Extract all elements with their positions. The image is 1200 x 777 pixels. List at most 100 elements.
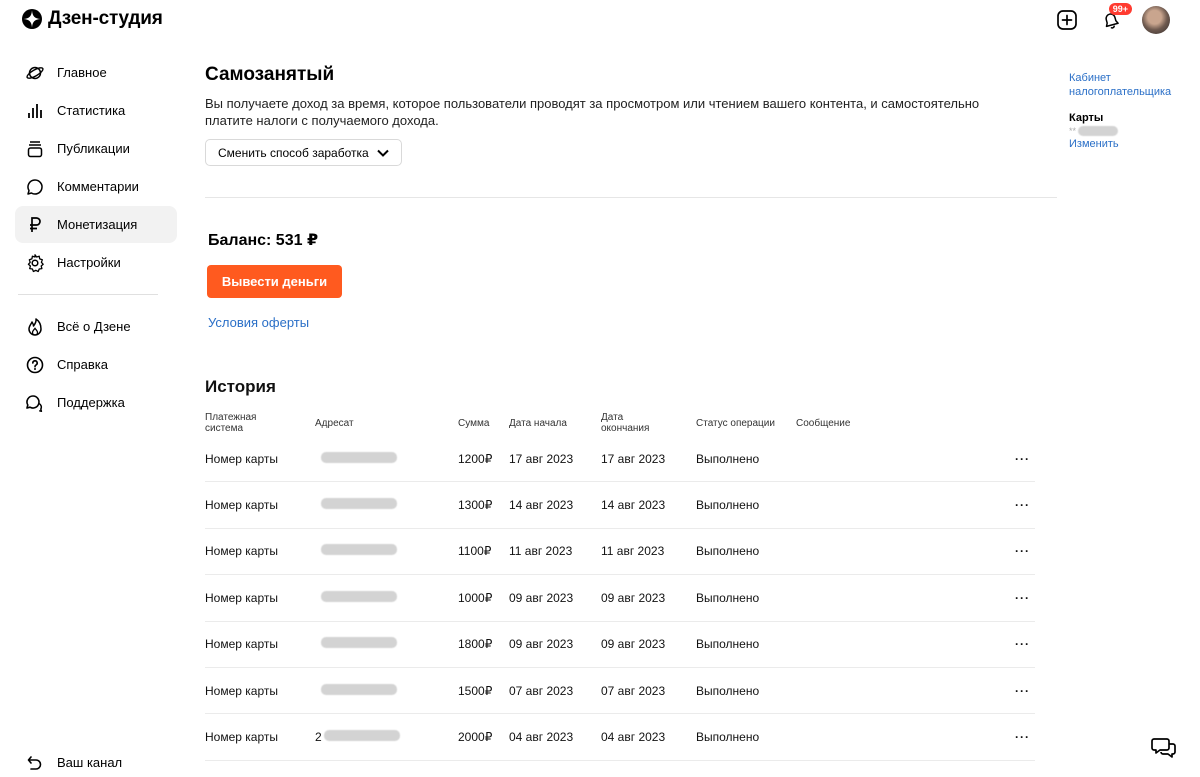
cell-recipient [315,637,397,651]
plus-square-icon [1057,10,1077,30]
sidebar-item-label: Монетизация [57,217,138,232]
cell-start-date: 07 авг 2023 [509,683,574,698]
cell-amount: 1300₽ [458,498,493,513]
cell-end-date: 09 авг 2023 [601,590,666,605]
avatar[interactable] [1142,6,1170,34]
blurred-recipient [321,498,397,510]
chat-button[interactable] [1150,734,1178,762]
sidebar: Главное Статистика Публикации Комментари… [15,54,177,422]
row-menu-button[interactable]: ··· [1015,684,1030,698]
row-menu-button[interactable]: ··· [1015,591,1030,605]
blurred-card-number [1078,126,1119,136]
cell-start-date: 09 авг 2023 [509,590,574,605]
publications-icon [25,139,45,159]
row-menu-button[interactable]: ··· [1015,730,1030,744]
sidebar-item-support[interactable]: Поддержка [15,384,177,421]
table-row: Номер карты 2 2000₽ 04 авг 2023 04 авг 2023 В… [205,714,1035,761]
chevron-down-icon [376,149,389,157]
cell-status: Выполнено [696,544,760,559]
table-header: Платежная система Адресат Сумма Дата нач… [205,412,1035,436]
sidebar-item-publications[interactable]: Публикации [15,130,177,167]
cell-recipient [315,498,397,512]
cell-amount: 1500₽ [458,683,493,698]
row-menu-button[interactable]: ··· [1015,544,1030,558]
sidebar-item-comments[interactable]: Комментарии [15,168,177,205]
zen-logo-icon [22,9,42,29]
cell-status: Выполнено [696,498,760,513]
cell-payment-system: Номер карты [205,451,278,466]
row-menu-button[interactable]: ··· [1015,637,1030,651]
sidebar-item-stats[interactable]: Статистика [15,92,177,129]
cell-status: Выполнено [696,451,760,466]
comment-icon [25,177,45,197]
blurred-recipient [321,590,397,602]
gear-icon [25,253,45,273]
notifications-button[interactable]: 99+ [1098,3,1132,33]
cell-amount: 1000₽ [458,590,493,605]
switch-earning-method-button[interactable]: Сменить способ заработка [205,139,402,166]
main-content: Самозанятый Вы получаете доход за время,… [205,64,1060,761]
table-row: Номер карты 1800₽ 09 авг 2023 09 авг 2023 Вы… [205,622,1035,668]
cell-payment-system: Номер карты [205,590,278,605]
cell-payment-system: Номер карты [205,498,278,513]
cell-amount: 1200₽ [458,451,493,466]
column-header: Платежная система [205,412,257,434]
cell-amount: 1800₽ [458,637,493,652]
column-header: Адресат [315,418,354,429]
sidebar-item-settings[interactable]: Настройки [15,244,177,281]
recipient-prefix: 2 [315,730,322,745]
sidebar-item-label: Статистика [57,103,126,118]
cell-recipient [315,451,397,466]
table-row: Номер карты 1500₽ 07 авг 2023 07 авг 2023 Вы… [205,668,1035,715]
masked-card: ** [1069,125,1189,137]
offer-terms-link[interactable]: Условия оферты [208,315,309,330]
sidebar-item-your-channel[interactable]: Ваш канал [15,744,122,777]
header-actions: 99+ [1054,3,1170,34]
cell-end-date: 07 авг 2023 [601,683,666,698]
bar-chart-icon [25,101,45,121]
cell-end-date: 17 авг 2023 [601,451,666,466]
cell-payment-system: Номер карты [205,544,278,559]
change-card-link[interactable]: Изменить [1069,137,1189,151]
row-menu-button[interactable]: ··· [1015,452,1030,466]
sidebar-item-main[interactable]: Главное [15,54,177,91]
sidebar-item-label: Комментарии [57,179,139,194]
cell-end-date: 04 авг 2023 [601,730,666,745]
cell-end-date: 09 авг 2023 [601,637,666,652]
sidebar-item-label: Главное [57,65,107,80]
withdraw-button[interactable]: Вывести деньги [207,265,342,298]
sidebar-item-monetization[interactable]: Монетизация [15,206,177,243]
tax-cabinet-link[interactable]: Кабинет налогоплательщика [1069,71,1189,99]
table-row: Номер карты 1000₽ 09 авг 2023 09 авг 2023 Вы… [205,575,1035,622]
help-icon [25,355,45,375]
blurred-recipient [321,683,397,695]
table-body: Номер карты 1200₽ 17 авг 2023 17 авг 2023 Вы… [205,436,1035,761]
create-button[interactable] [1054,7,1080,33]
sidebar-item-label: Справка [57,357,108,372]
column-header: Сообщение [796,418,851,429]
sidebar-item-help[interactable]: Справка [15,346,177,383]
column-header: Дата начала [509,418,567,429]
page-title: Самозанятый [205,64,335,85]
table-row: Номер карты 1300₽ 14 авг 2023 14 авг 2023 Вы… [205,482,1035,529]
sidebar-item-about-zen[interactable]: Всё о Дзене [15,308,177,345]
notifications-badge: 99+ [1108,3,1132,15]
sidebar-item-label: Всё о Дзене [57,319,131,334]
sidebar-divider [18,294,158,295]
cell-payment-system: Номер карты [205,683,278,698]
chat-icon [1151,738,1176,758]
cell-start-date: 11 авг 2023 [509,544,573,559]
balance: Баланс: 531 ₽ [208,232,319,249]
sidebar-item-label: Поддержка [57,395,125,410]
card-mask: ** [1069,126,1077,136]
cell-amount: 1100₽ [458,544,492,559]
cell-amount: 2000₽ [458,730,493,745]
blurred-recipient [323,730,400,742]
flame-icon [25,317,45,337]
app-logo[interactable]: Дзен-студия [22,8,163,30]
planet-icon [25,63,45,83]
page-description: Вы получаете доход за время, которое пол… [205,96,980,128]
cell-recipient [315,590,397,605]
row-menu-button[interactable]: ··· [1015,498,1030,512]
blurred-recipient [321,451,397,463]
